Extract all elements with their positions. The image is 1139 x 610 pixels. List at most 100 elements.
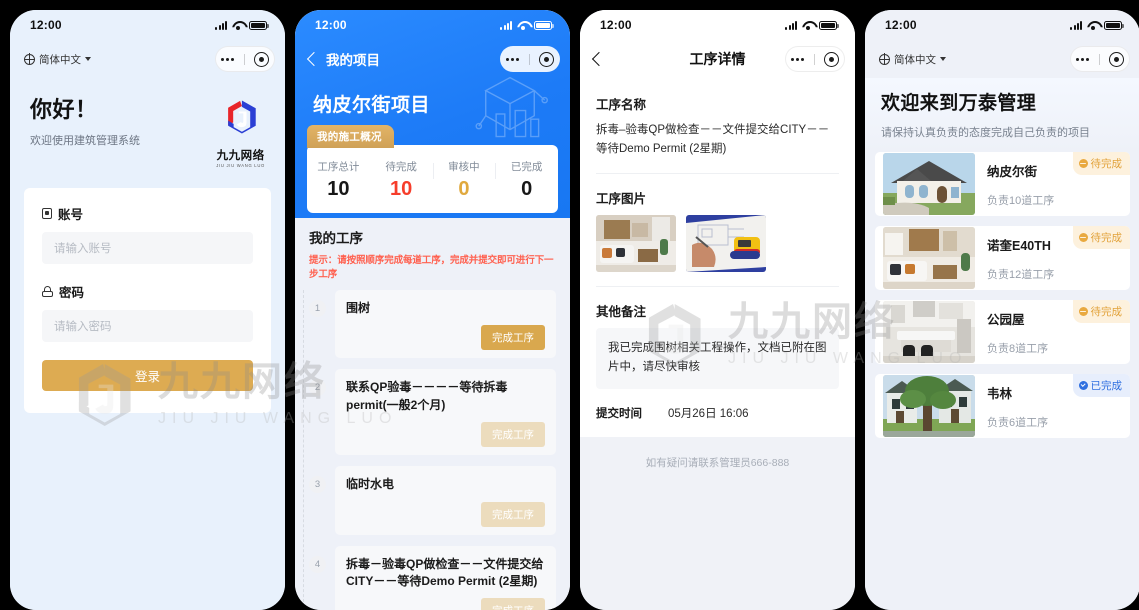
phone-mockup-detail: 12:00 工序详情 工序名称 拆毒–验毒QP做检查－－文件提交给CITY－－等… bbox=[580, 10, 855, 610]
process-name-value: 拆毒–验毒QP做检查－－文件提交给CITY－－等待Demo Permit (2星… bbox=[596, 124, 830, 155]
submit-time-label: 提交时间 bbox=[596, 408, 642, 421]
nav-bar: 简体中文 bbox=[865, 40, 1139, 78]
process-index: 3 bbox=[309, 476, 326, 494]
project-card[interactable]: 公园屋 负责8道工序 待完成 bbox=[875, 300, 1130, 364]
complete-process-button[interactable]: 完成工序 bbox=[481, 325, 545, 351]
back-arrow-icon[interactable] bbox=[306, 51, 322, 67]
capsule-divider bbox=[813, 53, 815, 65]
login-button[interactable]: 登录 bbox=[42, 360, 253, 391]
project-desc: 负责12道工序 bbox=[987, 268, 1055, 281]
project-card[interactable]: 韦林 负责6道工序 已完成 bbox=[875, 374, 1130, 438]
stat-value: 10 bbox=[390, 178, 413, 200]
process-index: 1 bbox=[309, 300, 326, 317]
stats-card-tab: 我的施工概况 bbox=[307, 125, 394, 148]
globe-icon bbox=[878, 53, 890, 65]
miniprogram-capsule[interactable] bbox=[1070, 46, 1130, 72]
more-icon[interactable] bbox=[220, 57, 234, 61]
account-input[interactable]: 请输入账号 bbox=[42, 232, 253, 264]
greeting-text: 你好！ bbox=[30, 97, 98, 122]
detail-content: 工序名称 拆毒–验毒QP做检查－－文件提交给CITY－－等待Demo Permi… bbox=[580, 78, 855, 438]
chevron-down-icon bbox=[940, 57, 946, 61]
project-thumbnail-white-house bbox=[883, 153, 975, 215]
account-label-text: 账号 bbox=[58, 208, 84, 222]
close-target-icon[interactable] bbox=[1109, 51, 1125, 67]
more-icon[interactable] bbox=[505, 57, 519, 61]
complete-process-button[interactable]: 完成工序 bbox=[481, 501, 545, 527]
notes-value: 我已完成围树相关工程操作，文档已附在图片中，请尽快审核 bbox=[596, 327, 839, 390]
more-icon[interactable] bbox=[1075, 57, 1089, 61]
back-arrow-icon[interactable] bbox=[591, 51, 607, 67]
language-switcher[interactable]: 简体中文 bbox=[23, 52, 91, 67]
process-item[interactable]: 1 围树 完成工序 bbox=[309, 290, 556, 359]
password-input-placeholder: 请输入密码 bbox=[54, 321, 112, 333]
process-name: 围树 bbox=[346, 301, 371, 315]
stat-value: 10 bbox=[327, 178, 350, 200]
photos-label: 工序图片 bbox=[596, 191, 647, 206]
stat-pending: 待完成 10 bbox=[370, 159, 433, 201]
project-card[interactable]: 纳皮尔街 负责10道工序 待完成 bbox=[875, 152, 1130, 216]
nav-back-label[interactable]: 我的项目 bbox=[326, 49, 380, 69]
battery-icon bbox=[249, 20, 269, 30]
globe-icon bbox=[23, 53, 35, 65]
battery-icon bbox=[1104, 20, 1124, 30]
status-badge: 待完成 bbox=[1072, 152, 1130, 175]
wifi-icon bbox=[802, 21, 814, 30]
stat-completed: 已完成 0 bbox=[495, 159, 558, 201]
stat-value: 0 bbox=[458, 178, 470, 200]
capsule-divider bbox=[243, 53, 245, 65]
logo-chinese-name: 九九网络 bbox=[216, 150, 265, 162]
home-hero: 欢迎来到万泰管理 请保持认真负责的态度完成自己负责的项目 bbox=[865, 78, 1139, 152]
status-badge-label: 已完成 bbox=[1090, 380, 1123, 392]
photo-list bbox=[596, 214, 839, 272]
welcome-title: 欢迎来到万泰管理 bbox=[881, 93, 1037, 114]
password-input[interactable]: 请输入密码 bbox=[42, 310, 253, 342]
divider bbox=[596, 172, 839, 174]
more-icon[interactable] bbox=[790, 57, 804, 61]
check-icon bbox=[1078, 381, 1088, 390]
submit-time-value: 05月26日 16:06 bbox=[668, 408, 749, 421]
miniprogram-capsule[interactable] bbox=[785, 46, 845, 72]
status-badge-label: 待完成 bbox=[1090, 158, 1123, 170]
miniprogram-capsule[interactable] bbox=[500, 46, 560, 72]
photo-thumbnail-blueprint[interactable] bbox=[686, 214, 766, 272]
status-time: 12:00 bbox=[885, 18, 917, 32]
stat-label: 审核中 bbox=[448, 161, 480, 173]
process-name: 联系QP验毒－－－－等待拆毒permit(一般2个月) bbox=[346, 380, 508, 412]
support-footer: 如有疑问请联系管理员666-888 bbox=[645, 457, 790, 470]
complete-process-button[interactable]: 完成工序 bbox=[481, 422, 545, 448]
close-target-icon[interactable] bbox=[539, 51, 555, 67]
close-target-icon[interactable] bbox=[824, 51, 840, 67]
account-field-label: 账号 bbox=[42, 204, 253, 223]
login-screen: 12:00 简体中文 你好！ 欢迎使用建筑管理系统 九九网络 JIU JIU W… bbox=[10, 10, 285, 610]
complete-process-button[interactable]: 完成工序 bbox=[481, 598, 545, 610]
nav-bar: 简体中文 bbox=[10, 40, 285, 78]
process-section-header: 我的工序 提示：请按照顺序完成每道工序，完成并提交即可进行下一步工序 bbox=[295, 213, 570, 280]
process-item[interactable]: 2 联系QP验毒－－－－等待拆毒permit(一般2个月) 完成工序 bbox=[309, 369, 556, 456]
wifi-icon bbox=[517, 21, 529, 30]
nav-bar: 工序详情 bbox=[580, 40, 855, 78]
account-input-placeholder: 请输入账号 bbox=[54, 243, 112, 255]
battery-icon bbox=[819, 20, 839, 30]
battery-icon bbox=[534, 20, 554, 30]
stats-card: 我的施工概况 工序总计 10 待完成 10 审核中 0 已完成 0 bbox=[307, 125, 558, 213]
project-thumbnail-townhouse bbox=[883, 375, 975, 437]
process-item[interactable]: 4 拆毒－验毒QP做检查－－文件提交给CITY－－等待Demo Permit (… bbox=[309, 545, 556, 610]
language-switcher[interactable]: 简体中文 bbox=[878, 52, 946, 67]
status-time: 12:00 bbox=[600, 18, 632, 32]
process-item[interactable]: 3 临时水电 完成工序 bbox=[309, 466, 556, 535]
pending-icon bbox=[1078, 307, 1088, 316]
stat-label: 待完成 bbox=[385, 161, 417, 173]
miniprogram-capsule[interactable] bbox=[215, 46, 275, 72]
project-screen: 12:00 我的项目 纳皮尔街项目 我的施工概况 工序总计 10 待完成 10 … bbox=[295, 10, 570, 610]
close-target-icon[interactable] bbox=[254, 51, 270, 67]
status-bar: 12:00 bbox=[580, 10, 855, 40]
photo-thumbnail-living-room[interactable] bbox=[596, 214, 676, 272]
project-list: 纳皮尔街 负责10道工序 待完成 诺奎E40TH 负责12道工序 待完成 公园屋… bbox=[865, 152, 1139, 448]
process-detail-screen: 12:00 工序详情 工序名称 拆毒–验毒QP做检查－－文件提交给CITY－－等… bbox=[580, 10, 855, 610]
login-form-card: 账号 请输入账号 密码 请输入密码 登录 bbox=[24, 188, 271, 413]
screenshot-stage: 12:00 简体中文 你好！ 欢迎使用建筑管理系统 九九网络 JIU JIU W… bbox=[0, 0, 1139, 610]
project-desc: 负责8道工序 bbox=[987, 342, 1049, 355]
project-card[interactable]: 诺奎E40TH 负责12道工序 待完成 bbox=[875, 226, 1130, 290]
process-timeline bbox=[303, 290, 304, 610]
capsule-divider bbox=[528, 53, 530, 65]
